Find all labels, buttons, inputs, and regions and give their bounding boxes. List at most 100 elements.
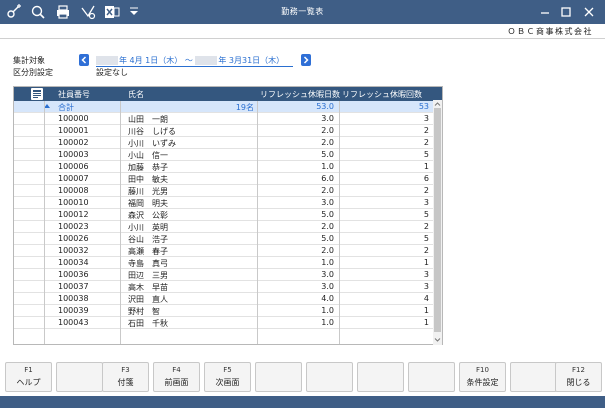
table-row[interactable]: 100036 田辺 三男 3.0 3	[14, 269, 442, 281]
refresh-leave-days: 3.0	[321, 198, 334, 207]
refresh-leave-count: 5	[423, 150, 429, 159]
fkey-label: ヘルプ	[16, 378, 41, 387]
col-header-count[interactable]: リフレッシュ休暇回数	[342, 89, 422, 100]
total-label: 合計	[58, 103, 74, 112]
refresh-leave-days: 3.0	[321, 270, 334, 279]
restore-icon[interactable]	[558, 4, 574, 20]
column-settings-icon[interactable]	[31, 88, 43, 100]
table-row[interactable]: 100039 野村 智 1.0 1	[14, 305, 442, 317]
fkey-label: 付箋	[117, 378, 134, 387]
fkey-empty-button[interactable]	[306, 362, 353, 392]
table-row[interactable]: 100038 沢田 直人 4.0 4	[14, 293, 442, 305]
refresh-leave-days: 2.0	[321, 126, 334, 135]
scroll-down-icon[interactable]	[433, 336, 442, 344]
fkey-f10-button[interactable]: F10 条件設定	[459, 362, 506, 392]
fkey-f5-button[interactable]: F5 次画面	[204, 362, 251, 392]
fkey-f1-button[interactable]: F1 ヘルプ	[5, 362, 52, 392]
fkey-empty-button[interactable]	[510, 362, 557, 392]
table-row[interactable]: 100003 小山 信一 5.0 5	[14, 149, 442, 161]
table-row[interactable]: 100000 山田 一朗 3.0 3	[14, 113, 442, 125]
fkey-empty-button[interactable]	[255, 362, 302, 392]
fkey-f3-button[interactable]: F3 付箋	[102, 362, 149, 392]
window-title: 勤務一覧表	[281, 7, 324, 16]
employee-name: 野村 智	[128, 307, 160, 316]
table-row[interactable]: 100034 寺島 真弓 1.0 1	[14, 257, 442, 269]
refresh-leave-days: 2.0	[321, 222, 334, 231]
table-row[interactable]: 100037 高木 早苗 3.0 3	[14, 281, 442, 293]
fkey-empty-button[interactable]	[408, 362, 455, 392]
fkey-code: F4	[172, 366, 181, 374]
col-header-name[interactable]: 氏名	[128, 89, 144, 100]
period-start: 年 4月 1日（木）	[119, 56, 183, 65]
employee-name: 森沢 公彰	[128, 211, 168, 220]
vertical-scrollbar[interactable]	[433, 100, 442, 345]
employee-name: 山田 一朗	[128, 115, 168, 124]
refresh-leave-count: 3	[423, 270, 429, 279]
employee-name: 福岡 明夫	[128, 199, 168, 208]
employee-id: 100006	[58, 162, 89, 171]
table-row[interactable]: 100007 田中 敏夫 6.0 6	[14, 173, 442, 185]
refresh-leave-count: 3	[423, 198, 429, 207]
employee-id: 100026	[58, 234, 89, 243]
refresh-leave-count: 6	[423, 174, 429, 183]
column-divider	[120, 101, 121, 344]
period-end: 年 3月31日（木）	[218, 56, 285, 65]
refresh-leave-days: 1.0	[321, 258, 334, 267]
refresh-leave-count: 2	[423, 186, 429, 195]
table-row[interactable]: 100043 石田 千秋 1.0 1	[14, 317, 442, 329]
refresh-leave-count: 1	[423, 306, 429, 315]
table-row[interactable]: 100001 川谷 しげる 2.0 2	[14, 125, 442, 137]
refresh-leave-days: 4.0	[321, 294, 334, 303]
refresh-leave-count: 1	[423, 162, 429, 171]
next-period-button[interactable]	[301, 54, 311, 66]
scrollbar-thumb[interactable]	[434, 108, 441, 332]
total-people: 19名	[235, 103, 254, 112]
table-row[interactable]: 100012 森沢 公彰 5.0 5	[14, 209, 442, 221]
refresh-leave-days: 2.0	[321, 186, 334, 195]
scroll-up-icon[interactable]	[433, 100, 442, 108]
employee-name: 小川 英明	[128, 223, 168, 232]
chevron-left-icon	[81, 56, 87, 64]
table-row[interactable]: 100010 福岡 明夫 3.0 3	[14, 197, 442, 209]
refresh-leave-days: 2.0	[321, 246, 334, 255]
refresh-leave-days: 2.0	[321, 138, 334, 147]
table-row[interactable]: 100023 小川 英明 2.0 2	[14, 221, 442, 233]
employee-id: 100023	[58, 222, 89, 231]
fkey-f4-button[interactable]: F4 前画面	[153, 362, 200, 392]
table-row[interactable]: 100008 藤川 光男 2.0 2	[14, 185, 442, 197]
function-key-bar: F1 ヘルプ F3 付箋 F4 前画面 F5 次画面 F10 条件設定 F12 閉じる	[0, 362, 605, 393]
fkey-empty-button[interactable]	[357, 362, 404, 392]
col-header-id[interactable]: 社員番号	[58, 89, 90, 100]
employee-id: 100002	[58, 138, 89, 147]
table-row[interactable]: 100002 小川 いずみ 2.0 2	[14, 137, 442, 149]
refresh-leave-days: 5.0	[321, 150, 334, 159]
fkey-empty-button[interactable]	[56, 362, 103, 392]
period-range[interactable]: 年 4月 1日（木） ～ 年 3月31日（木）	[96, 55, 284, 66]
employee-id: 100012	[58, 210, 89, 219]
employee-id: 100036	[58, 270, 89, 279]
employee-name: 高木 早苗	[128, 283, 168, 292]
col-header-days[interactable]: リフレッシュ休暇日数	[260, 89, 340, 100]
employee-name: 寺島 真弓	[128, 259, 168, 268]
refresh-leave-count: 2	[423, 246, 429, 255]
total-count: 53	[418, 102, 429, 111]
total-days: 53.0	[316, 102, 334, 111]
table-row[interactable]: 100026 谷山 浩子 5.0 5	[14, 233, 442, 245]
fkey-f12-button[interactable]: F12 閉じる	[555, 362, 602, 392]
table-row-total[interactable]: 合計 19名 53.0 53	[14, 101, 442, 113]
table-row[interactable]: 100006 加藤 恭子 1.0 1	[14, 161, 442, 173]
employee-name: 川谷 しげる	[128, 127, 176, 136]
fkey-code: F3	[121, 366, 130, 374]
employee-id: 100038	[58, 294, 89, 303]
refresh-leave-count: 2	[423, 138, 429, 147]
minimize-icon[interactable]	[537, 4, 553, 20]
refresh-leave-count: 3	[423, 282, 429, 291]
close-icon[interactable]	[581, 4, 597, 20]
prev-period-button[interactable]	[79, 54, 89, 66]
table-row[interactable]: 100032 高瀬 春子 2.0 2	[14, 245, 442, 257]
refresh-leave-count: 2	[423, 126, 429, 135]
refresh-leave-days: 1.0	[321, 162, 334, 171]
refresh-leave-days: 3.0	[321, 282, 334, 291]
refresh-leave-count: 5	[423, 234, 429, 243]
column-divider	[257, 101, 258, 344]
